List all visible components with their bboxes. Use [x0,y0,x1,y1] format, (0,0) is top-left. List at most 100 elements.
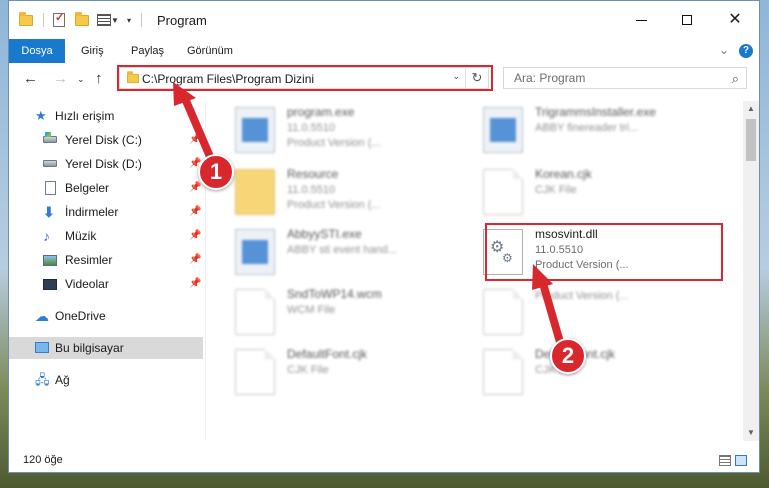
drive-icon [43,160,57,167]
file-item[interactable]: SndToWP14.wcm WCM File [207,283,447,343]
file-name: DefaultFont.cjk [287,347,368,361]
file-name: TrigrammsInstaller.exe [535,105,656,119]
view-button[interactable]: ▼ [97,11,119,29]
sidebar-item-drive-c[interactable]: Yerel Disk (C:) 📌 [9,129,203,151]
scrollbar-thumb[interactable] [746,119,756,161]
sidebar-item-music[interactable]: ♪ Müzik 📌 [9,225,203,247]
sidebar-item-videos[interactable]: Videolar 📌 [9,273,203,295]
details-view-icon[interactable] [719,455,731,466]
maximize-icon [682,15,692,25]
sidebar-item-drive-d[interactable]: Yerel Disk (D:) 📌 [9,153,203,175]
vertical-scrollbar[interactable]: ▲ ▼ [743,101,759,441]
minimize-icon [635,19,647,21]
pin-icon[interactable]: 📌 [189,225,201,247]
customize-toolbar-button[interactable]: ▾ [127,11,131,29]
ribbon-expand-icon[interactable]: ⌄ [719,43,729,57]
pin-icon[interactable]: 📌 [189,129,201,151]
up-icon[interactable]: ↑ [95,70,103,87]
quick-access-folder[interactable] [19,11,33,29]
file-icon [235,349,275,395]
sidebar-item-onedrive[interactable]: ☁ OneDrive [9,305,203,327]
file-type: WCM File [287,304,336,316]
application-icon [235,107,275,153]
window-title: Program [157,13,207,28]
pin-icon[interactable]: 📌 [189,249,201,271]
search-box[interactable]: ⌕ [503,67,747,89]
properties-button[interactable] [53,11,65,29]
file-item-msosvint-dll[interactable]: ⚙ ⚙ msosvint.dll 11.0.5510 Product Versi… [455,223,695,283]
help-icon[interactable]: ? [739,44,753,58]
pictures-icon [43,255,57,266]
file-version: 11.0.5510 [287,184,336,196]
file-item[interactable]: program.exe 11.0.5510 Product Version (.… [207,101,447,161]
sidebar-item-documents[interactable]: Belgeler 📌 [9,177,203,199]
sidebar-item-label: Bu bilgisayar [55,341,124,355]
address-bar[interactable]: C:\Program Files\Program Dizini ⌄ ↻ [119,67,489,89]
step-badge-1: 1 [198,154,234,190]
tab-file[interactable]: Dosya [9,39,65,63]
item-count: 120 öğe [23,454,63,466]
file-description: Product Version (... [535,259,629,271]
explorer-window: ▼ ▾ Program ✕ Dosya Giriş Paylaş Görünüm… [8,0,760,473]
file-description: Product Version (... [287,199,381,211]
scroll-down-icon[interactable]: ▼ [743,425,759,441]
recent-locations-icon[interactable]: ⌄ [77,74,85,85]
folder-icon [19,11,33,26]
address-folder-icon [127,71,139,84]
file-item[interactable]: DefaultFont.cjk CJK File [207,343,447,403]
sidebar-item-this-pc[interactable]: Bu bilgisayar [9,337,203,359]
music-icon: ♪ [43,228,50,244]
sidebar-item-label: Yerel Disk (D:) [65,157,142,171]
toolbar-divider [43,13,44,27]
sidebar-item-label: Hızlı erişim [55,109,115,123]
refresh-icon[interactable]: ↻ [465,68,488,88]
file-version: 11.0.5510 [535,244,584,256]
close-button[interactable]: ✕ [721,7,749,33]
sidebar-item-pictures[interactable]: Resimler 📌 [9,249,203,271]
pin-icon[interactable]: 📌 [189,201,201,223]
tiles-view-icon[interactable] [735,455,747,466]
file-item[interactable]: Korean.cjk CJK File [455,163,695,223]
application-icon [483,107,523,153]
search-icon[interactable]: ⌕ [732,71,739,87]
chevron-down-icon: ▼ [111,15,119,25]
maximize-button[interactable] [673,7,701,33]
sidebar-item-network[interactable]: 🖧 Ağ [9,369,203,391]
properties-icon [53,11,65,27]
sidebar-item-label: Resimler [65,253,113,267]
file-item[interactable]: Product Version (... [455,283,695,343]
new-folder-button[interactable] [75,11,89,29]
address-path[interactable]: C:\Program Files\Program Dizini [142,72,314,86]
tab-home[interactable]: Giriş [81,39,104,63]
tab-share[interactable]: Paylaş [131,39,164,63]
back-icon[interactable]: ← [23,70,38,87]
forward-icon[interactable]: → [53,70,68,87]
address-dropdown-icon[interactable]: ⌄ [452,71,460,82]
sidebar-item-label: Müzik [65,229,97,243]
sidebar-item-label: Belgeler [65,181,110,195]
file-icon [235,289,275,335]
tab-view[interactable]: Görünüm [187,39,233,63]
pin-icon[interactable]: 📌 [189,273,201,295]
sidebar-item-label: İndirmeler [65,205,119,219]
folder-icon [235,169,275,215]
search-input[interactable] [512,70,716,86]
scroll-up-icon[interactable]: ▲ [743,101,759,117]
file-item[interactable]: TrigrammsInstaller.exe ABBY finereader t… [455,101,695,161]
file-item[interactable]: Resource 11.0.5510 Product Version (... [207,163,447,223]
file-type: CJK File [287,364,329,376]
close-icon: ✕ [728,11,742,28]
sidebar-item-label: Yerel Disk (C:) [65,133,142,147]
navigation-bar: ← → ⌄ ↑ C:\Program Files\Program Dizini … [9,63,759,95]
file-item[interactable]: AbbyySTI.exe ABBY sti event hand... [207,223,447,283]
videos-icon [43,279,57,290]
file-description: ABBY sti event hand... [287,244,397,256]
minimize-button[interactable] [627,7,655,33]
application-icon [235,229,275,275]
file-name: SndToWP14.wcm [287,287,382,301]
sidebar-item-downloads[interactable]: ⬇ İndirmeler 📌 [9,201,203,223]
new-folder-icon [75,11,89,26]
sidebar-item-quick-access[interactable]: ★ Hızlı erişim [9,105,203,127]
customize-arrow-icon: ▾ [127,15,132,25]
file-name: msosvint.dll [535,227,598,241]
